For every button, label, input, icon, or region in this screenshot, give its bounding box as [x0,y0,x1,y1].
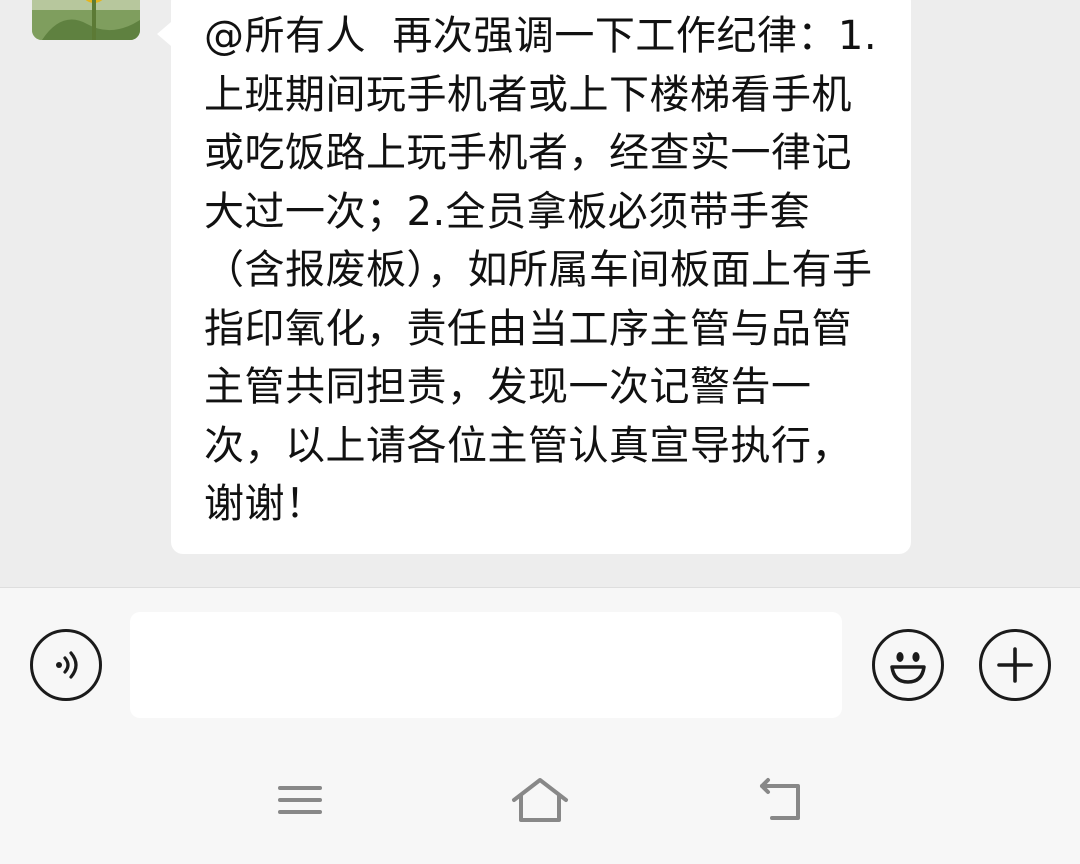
menu-icon [278,786,322,814]
voice-button[interactable] [30,629,102,701]
back-icon [760,778,800,820]
message-input[interactable] [130,612,842,718]
sender-avatar[interactable] [32,0,140,40]
recent-apps-button[interactable] [265,775,335,825]
system-navigation-bar [0,735,1080,864]
message-bubble[interactable]: @所有人 再次强调一下工作纪律：1.上班期间玩手机者或上下楼梯看手机或吃饭路上玩… [157,0,911,554]
home-button[interactable] [505,775,575,825]
message-text: @所有人 再次强调一下工作纪律：1.上班期间玩手机者或上下楼梯看手机或吃饭路上玩… [204,13,878,527]
back-button[interactable] [745,775,815,825]
sunflower-avatar-image [32,0,140,40]
emoji-button[interactable] [872,629,944,701]
input-bar [0,587,1080,736]
emoji-icon [890,652,926,684]
chat-area: @所有人 再次强调一下工作纪律：1.上班期间玩手机者或上下楼梯看手机或吃饭路上玩… [0,0,1080,587]
voice-icon [56,651,78,679]
plus-icon [997,647,1033,683]
home-icon [512,778,568,822]
more-button[interactable] [979,629,1051,701]
